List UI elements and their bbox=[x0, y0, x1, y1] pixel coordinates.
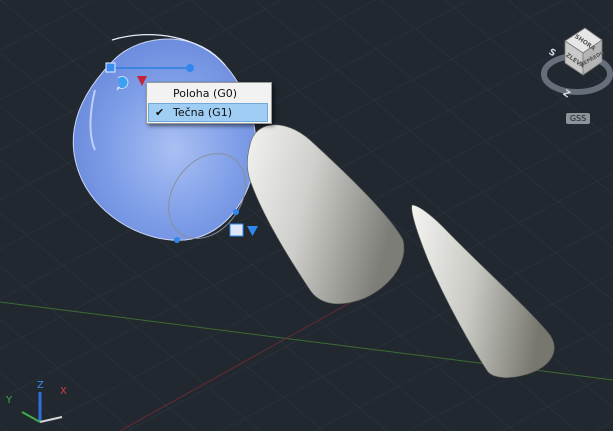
magnitude-grip[interactable] bbox=[186, 64, 194, 72]
edge-grip-bottom[interactable] bbox=[174, 237, 180, 243]
gss-badge[interactable]: GSS bbox=[566, 113, 590, 124]
menu-item-position-g0[interactable]: Poloha (G0) bbox=[148, 84, 268, 103]
continuity-context-menu: Poloha (G0) ✔ Tečna (G1) bbox=[146, 82, 272, 124]
checkmark-icon: ✔ bbox=[155, 106, 165, 119]
ucs-x-label: X bbox=[60, 386, 67, 397]
menu-item-label: Tečna (G1) bbox=[173, 106, 232, 119]
continuity-icon-lower[interactable] bbox=[229, 223, 244, 237]
menu-item-tangent-g1[interactable]: ✔ Tečna (G1) bbox=[148, 103, 268, 122]
drawing-canvas[interactable]: SHORA ZLEVA ZEPŘEDU S Z Z X Y bbox=[0, 0, 613, 431]
menu-item-label: Poloha (G0) bbox=[173, 87, 238, 100]
base-grip[interactable] bbox=[105, 62, 116, 73]
ucs-y-label: Y bbox=[5, 395, 13, 406]
ucs-z-label: Z bbox=[37, 380, 44, 391]
model-viewport[interactable]: SHORA ZLEVA ZEPŘEDU S Z Z X Y GSS Poloha… bbox=[0, 0, 613, 431]
edge-grip-right[interactable] bbox=[233, 209, 239, 215]
